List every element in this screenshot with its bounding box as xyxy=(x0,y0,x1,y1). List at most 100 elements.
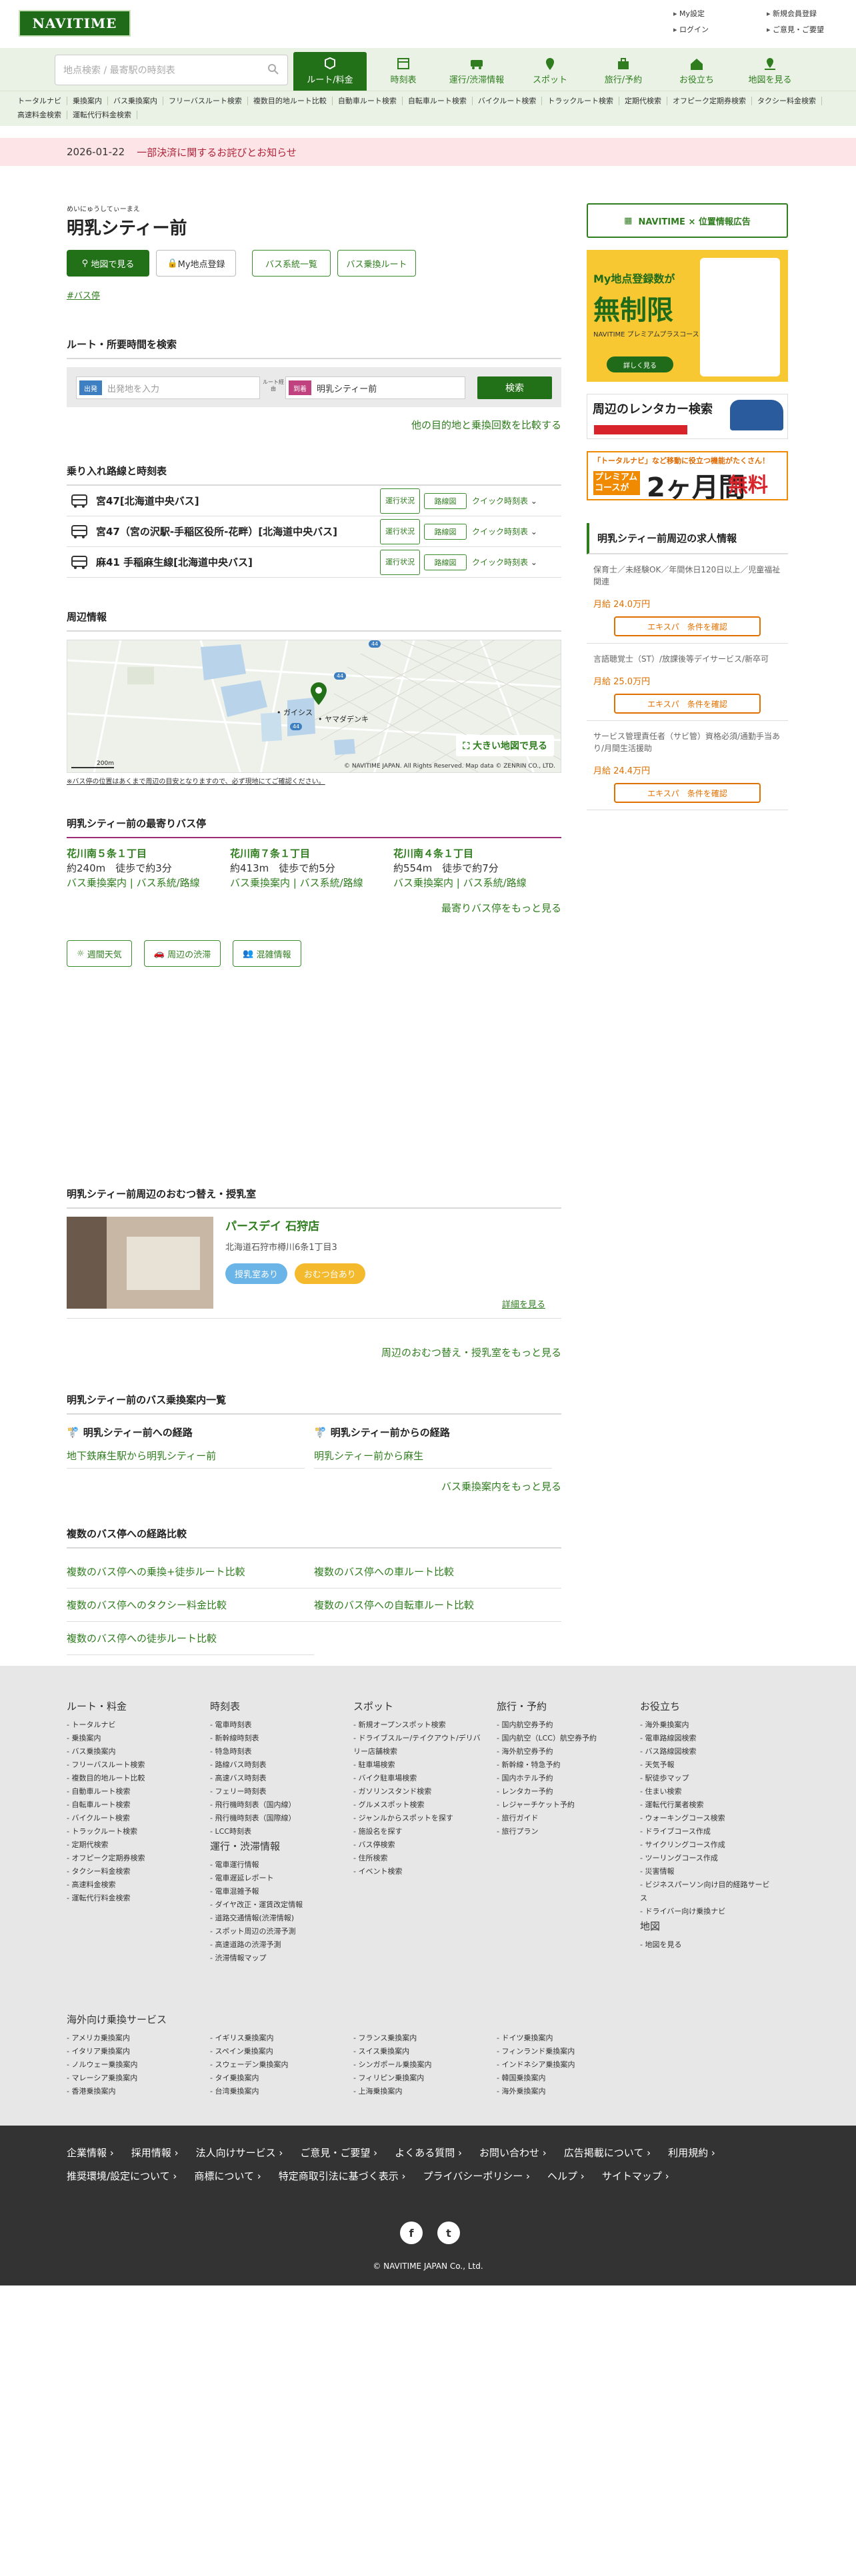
footer-bottom-link[interactable]: お問い合わせ xyxy=(479,2146,547,2160)
footer-link[interactable]: 新規オープンスポット検索 xyxy=(353,1718,487,1732)
job-condition-button[interactable]: エキスパ 条件を確認 xyxy=(614,616,761,636)
sublink-item[interactable]: 乗換案内 xyxy=(67,97,108,105)
overseas-link[interactable]: 上海乗換案内 xyxy=(353,2085,497,2098)
overseas-link[interactable]: スペイン乗換案内 xyxy=(210,2045,353,2058)
sublink-item[interactable]: タクシー料金検索 xyxy=(752,97,823,105)
my-point-button[interactable]: 🔒 My地点登録 xyxy=(156,250,236,277)
route-search-button[interactable]: 検索 xyxy=(477,376,552,399)
footer-link[interactable]: 道路交通情報(渋滞情報) xyxy=(210,1912,343,1925)
large-map-button[interactable]: ⛶ 大きい地図で見る xyxy=(456,735,554,756)
footer-bottom-link[interactable]: プライバシーポリシー xyxy=(423,2169,530,2183)
compare-link[interactable]: 複数のバス停への徒歩ルート比較 xyxy=(67,1622,314,1655)
footer-link[interactable]: フリーバスルート検索 xyxy=(67,1758,200,1772)
sublink-item[interactable]: バス乗換案内 xyxy=(108,97,163,105)
footer-link[interactable]: 新幹線時刻表 xyxy=(210,1732,343,1745)
footer-link[interactable]: 天気予報 xyxy=(640,1758,773,1772)
footer-link[interactable]: LCC時刻表 xyxy=(210,1825,343,1838)
quick-timetable-button[interactable]: クイック時刻表 xyxy=(472,556,537,568)
sublink-item[interactable]: 複数目的地ルート比較 xyxy=(248,97,333,105)
footer-bottom-link[interactable]: 企業情報 xyxy=(67,2146,114,2160)
footer-bottom-link[interactable]: 法人向けサービス xyxy=(196,2146,283,2160)
footer-link[interactable]: 住まい検索 xyxy=(640,1785,773,1798)
overseas-link[interactable]: マレーシア乗換案内 xyxy=(67,2072,210,2085)
footer-link[interactable]: 新幹線・特急予約 xyxy=(497,1758,630,1772)
bus-lines-link[interactable]: バス系統/路線 xyxy=(137,877,200,889)
footer-link[interactable]: サイクリングコース作成 xyxy=(640,1838,773,1852)
overseas-link[interactable]: イギリス乗換案内 xyxy=(210,2032,353,2045)
more-diaper-link[interactable]: 周辺のおむつ替え・授乳室をもっと見る xyxy=(67,1345,561,1359)
footer-link[interactable]: 国内航空券予約 xyxy=(497,1718,630,1732)
footer-link[interactable]: バイクルート検索 xyxy=(67,1812,200,1825)
more-nearest-stops-link[interactable]: 最寄りバス停をもっと見る xyxy=(67,901,561,915)
footer-link[interactable]: バス路線図検索 xyxy=(640,1745,773,1758)
overseas-link[interactable]: 台湾乗換案内 xyxy=(210,2085,353,2098)
bus-stop-tag[interactable]: #バス停 xyxy=(67,289,100,301)
compare-destinations-link[interactable]: 他の目的地と乗換回数を比較する xyxy=(67,418,561,432)
footer-link[interactable]: 運転代行業者検索 xyxy=(640,1798,773,1812)
route-map-button[interactable]: 路線図 xyxy=(424,554,467,570)
stop-name[interactable]: 花川南４条１丁目 xyxy=(393,846,557,861)
footer-link[interactable]: 電車混雑予報 xyxy=(210,1885,343,1898)
footer-link[interactable]: 駐車場検索 xyxy=(353,1758,487,1772)
job-title[interactable]: 言語聴覚士（ST）/放課後等デイサービス/新卒可 xyxy=(593,653,781,665)
footer-link[interactable]: 自動車ルート検索 xyxy=(67,1785,200,1798)
footer-link[interactable]: 海外乗換案内 xyxy=(640,1718,773,1732)
footer-link[interactable]: ガソリンスタンド検索 xyxy=(353,1785,487,1798)
tab-spot[interactable]: スポット xyxy=(513,52,587,91)
status-button[interactable]: 運行状況 xyxy=(380,488,420,514)
footer-link[interactable]: スポット周辺の渋滞予測 xyxy=(210,1925,343,1938)
premium-ad-banner[interactable]: My地点登録数が 無制限 NAVITIME プレミアムプラスコース 詳しく見る xyxy=(587,250,788,382)
footer-link[interactable]: 地図を見る xyxy=(640,1938,773,1952)
footer-link[interactable]: ドライブスルー/テイクアウト/デリバリー店舗検索 xyxy=(353,1732,487,1758)
route-map-button[interactable]: 路線図 xyxy=(424,493,467,509)
footer-link[interactable]: 渋滞情報マップ xyxy=(210,1952,343,1965)
job-card[interactable]: 言語聴覚士（ST）/放課後等デイサービス/新卒可 月給 25.0万円 エキスパ 条件… xyxy=(587,644,788,721)
footer-link[interactable]: オフピーク定期券検索 xyxy=(67,1852,200,1865)
footer-link[interactable]: 災害情報 xyxy=(640,1865,773,1878)
footer-bottom-link[interactable]: 広告掲載について xyxy=(564,2146,651,2160)
footer-link[interactable]: 電車運行情報 xyxy=(210,1858,343,1872)
footer-link[interactable]: 旅行ガイド xyxy=(497,1812,630,1825)
overseas-link[interactable]: フィンランド乗換案内 xyxy=(497,2045,640,2058)
footer-link[interactable]: レンタカー予約 xyxy=(497,1785,630,1798)
overseas-link[interactable]: アメリカ乗換案内 xyxy=(67,2032,210,2045)
footer-link[interactable]: 飛行機時刻表（国内線） xyxy=(210,1798,343,1812)
facebook-icon[interactable]: f xyxy=(400,2222,423,2244)
footer-bottom-link[interactable]: サイトマップ xyxy=(602,2169,669,2183)
footer-link[interactable]: 高速バス時刻表 xyxy=(210,1772,343,1785)
compare-link[interactable]: 複数のバス停への車ルート比較 xyxy=(314,1555,561,1589)
job-card[interactable]: サービス管理責任者（サビ管）資格必須/通勤手当あり/月間生活援助 月給 24.4万… xyxy=(587,721,788,810)
shop-card[interactable]: パースデイ 石狩店 北海道石狩市樽川6条1丁目3 授乳室あり おむつ台あり 詳細… xyxy=(67,1209,561,1319)
footer-bottom-link[interactable]: 商標について xyxy=(194,2169,261,2183)
twitter-icon[interactable]: t xyxy=(437,2222,460,2244)
notice-message[interactable]: 一部決済に関するお詫びとお知らせ xyxy=(137,145,297,159)
from-route-link[interactable]: 明乳シティー前から麻生 xyxy=(314,1449,552,1469)
bus-line-name[interactable]: 麻41 手稲麻生線[北海道中央バス] xyxy=(96,555,383,569)
job-title[interactable]: サービス管理責任者（サビ管）資格必須/通勤手当あり/月間生活援助 xyxy=(593,730,781,754)
footer-link[interactable]: ドライバー向け乗換ナビ xyxy=(640,1905,773,1918)
footer-link[interactable]: トラックルート検索 xyxy=(67,1825,200,1838)
footer-bottom-link[interactable]: 採用情報 xyxy=(131,2146,179,2160)
sublink-item[interactable]: 自動車ルート検索 xyxy=(333,97,403,105)
sublink-item[interactable]: 高速料金検索 xyxy=(12,111,67,119)
footer-link[interactable]: 飛行機時刻表（国際線） xyxy=(210,1812,343,1825)
bus-line-row[interactable]: 宮47[北海道中央バス] 運行状況 路線図 クイック時刻表 xyxy=(67,486,561,516)
bus-lookup-link[interactable]: バス乗換案内 xyxy=(393,877,453,889)
footer-link[interactable]: 高速料金検索 xyxy=(67,1878,200,1892)
search-input[interactable]: 地点検索 / 最寄駅の時刻表 xyxy=(55,55,288,85)
footer-link[interactable]: 運転代行料金検索 xyxy=(67,1892,200,1905)
footer-bottom-link[interactable]: 推奨環境/設定について xyxy=(67,2169,177,2183)
tab-useful[interactable]: お役立ち xyxy=(660,52,733,91)
footer-link[interactable]: ウォーキングコース検索 xyxy=(640,1812,773,1825)
stop-name[interactable]: 花川南７条１丁目 xyxy=(230,846,393,861)
footer-link[interactable]: 国内ホテル予約 xyxy=(497,1772,630,1785)
footer-link[interactable]: 電車路線図検索 xyxy=(640,1732,773,1745)
navitime-logo[interactable]: NAVITIME xyxy=(19,10,131,37)
overseas-link[interactable]: フィリピン乗換案内 xyxy=(353,2072,497,2085)
footer-link[interactable]: 自転車ルート検索 xyxy=(67,1798,200,1812)
sublink-item[interactable]: バイクルート検索 xyxy=(473,97,543,105)
footer-link[interactable]: レジャーチケット予約 xyxy=(497,1798,630,1812)
footer-link[interactable]: タクシー料金検索 xyxy=(67,1865,200,1878)
footer-bottom-link[interactable]: ご意見・ご要望 xyxy=(300,2146,377,2160)
footer-bottom-link[interactable]: ヘルプ xyxy=(547,2169,585,2183)
